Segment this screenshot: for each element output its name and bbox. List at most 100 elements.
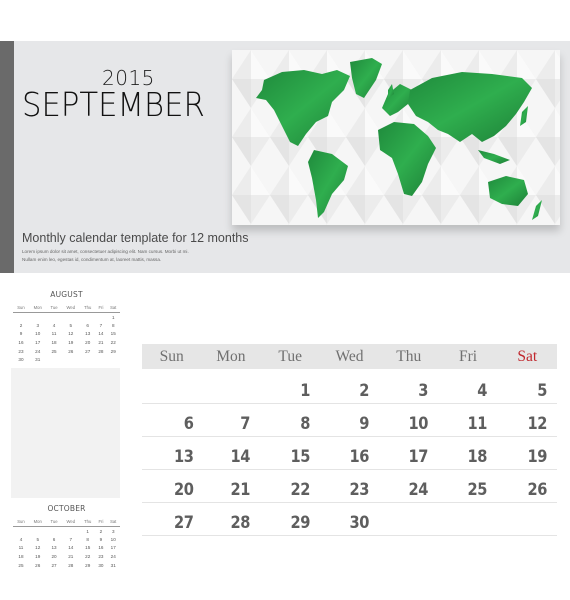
mini-day-cell: 2 bbox=[99, 528, 103, 534]
mini-day-cell: 27 bbox=[85, 348, 91, 354]
mini-day-cell: 18 bbox=[51, 340, 57, 346]
day-cell[interactable]: 21 bbox=[210, 470, 261, 502]
day-cell bbox=[506, 503, 557, 535]
day-cell[interactable]: 20 bbox=[150, 470, 201, 502]
placeholder-text-line: Nullam enim leo, egestas id, condimentum… bbox=[22, 257, 162, 262]
day-cell[interactable]: 8 bbox=[269, 404, 320, 436]
mini-day-cell: 17 bbox=[35, 340, 41, 346]
day-cell[interactable]: 22 bbox=[269, 470, 320, 502]
mini-day-cell: 24 bbox=[110, 554, 116, 560]
mini-calendar-title: AUGUST bbox=[50, 290, 83, 299]
mini-day-cell: 29 bbox=[85, 562, 91, 568]
mini-weekday-label: Thu bbox=[79, 305, 96, 313]
mini-day-cell: 16 bbox=[98, 545, 104, 551]
mini-day-cell: 26 bbox=[35, 562, 41, 568]
mini-day-cell: 11 bbox=[51, 331, 57, 337]
day-cell[interactable]: 4 bbox=[447, 371, 498, 403]
mini-weekday-label: Thu bbox=[79, 519, 96, 527]
mini-day-cell: 22 bbox=[85, 554, 91, 560]
mini-day-cell: 8 bbox=[111, 322, 115, 328]
day-cell[interactable]: 27 bbox=[150, 503, 201, 535]
mini-day-cell: 20 bbox=[51, 554, 57, 560]
mini-weekday-label: Sat bbox=[106, 305, 120, 313]
day-cell[interactable]: 3 bbox=[387, 371, 438, 403]
day-cell[interactable]: 7 bbox=[210, 404, 261, 436]
mini-day-cell: 31 bbox=[35, 357, 41, 363]
day-cell[interactable]: 10 bbox=[387, 404, 438, 436]
mini-weekday-label: Sat bbox=[106, 519, 120, 527]
mini-day-cell bbox=[106, 355, 120, 364]
mini-day-cell: 30 bbox=[18, 357, 24, 363]
mini-calendar-october: OCTOBER Sun Mon Tue Wed Thu Fri Sat 1234567891… bbox=[13, 504, 120, 569]
world-map-image bbox=[232, 50, 560, 225]
mini-day-cell bbox=[62, 355, 80, 364]
mini-week-row: 9 10 11 12 13 14 15 bbox=[13, 330, 120, 339]
day-cell[interactable]: 30 bbox=[328, 503, 379, 535]
mini-calendar-table: Sun Mon Tue Wed Thu Fri Sat 1 2 3 4 5 6 7 8 9 10 11 12 13 1… bbox=[13, 305, 120, 364]
month-title: SEPTEMBER bbox=[22, 85, 205, 124]
mini-day-cell: 13 bbox=[85, 331, 91, 337]
header-banner: 2015 SEPTEMBER Monthly calendar template… bbox=[0, 41, 570, 273]
mini-day-cell: 13 bbox=[51, 545, 57, 551]
day-cell[interactable]: 28 bbox=[210, 503, 261, 535]
mini-day-cell: 5 bbox=[36, 536, 40, 542]
mini-day-cell bbox=[95, 313, 106, 322]
mini-day-cell: 25 bbox=[51, 348, 57, 354]
mini-day-cell: 20 bbox=[85, 340, 91, 346]
week-row: 20 21 22 23 24 25 26 bbox=[142, 470, 557, 503]
day-cell[interactable]: 18 bbox=[447, 437, 498, 469]
day-cell[interactable]: 13 bbox=[150, 437, 201, 469]
day-cell[interactable]: 19 bbox=[506, 437, 557, 469]
mini-day-cell: 15 bbox=[110, 331, 116, 337]
weekday-label-sun: Sun bbox=[159, 348, 184, 365]
day-cell bbox=[447, 503, 498, 535]
mini-day-cell: 1 bbox=[86, 528, 89, 534]
mini-day-cell bbox=[46, 355, 61, 364]
mini-day-cell: 26 bbox=[68, 348, 74, 354]
day-cell[interactable]: 2 bbox=[328, 371, 379, 403]
day-cell[interactable]: 5 bbox=[506, 371, 557, 403]
mini-week-row: 2 3 4 5 6 7 8 bbox=[13, 321, 120, 330]
mini-day-cell bbox=[13, 527, 29, 536]
weekday-label-sat: Sat bbox=[517, 348, 538, 365]
weekday-label-wed: Wed bbox=[335, 348, 364, 365]
mini-week-row: 1 bbox=[13, 313, 120, 322]
mini-day-cell: 15 bbox=[85, 545, 91, 551]
mini-day-cell: 7 bbox=[99, 322, 103, 328]
day-cell[interactable]: 6 bbox=[150, 404, 201, 436]
week-row: 13 14 15 16 17 18 19 bbox=[142, 437, 557, 470]
day-cell[interactable]: 12 bbox=[506, 404, 557, 436]
day-cell[interactable]: 26 bbox=[506, 470, 557, 502]
day-cell[interactable]: 11 bbox=[447, 404, 498, 436]
day-cell[interactable]: 29 bbox=[269, 503, 320, 535]
day-cell[interactable]: 16 bbox=[328, 437, 379, 469]
day-cell[interactable]: 14 bbox=[210, 437, 261, 469]
day-cell[interactable]: 25 bbox=[447, 470, 498, 502]
mini-day-cell: 5 bbox=[69, 322, 73, 328]
mini-day-cell bbox=[46, 313, 61, 322]
mini-day-cell: 29 bbox=[110, 348, 116, 354]
mini-day-cell: 18 bbox=[18, 554, 24, 560]
day-cell[interactable]: 24 bbox=[387, 470, 438, 502]
mini-day-cell: 12 bbox=[68, 331, 74, 337]
day-cell[interactable]: 23 bbox=[328, 470, 379, 502]
mini-day-cell: 19 bbox=[35, 554, 41, 560]
mini-day-cell: 3 bbox=[111, 528, 115, 534]
mini-week-row: 11 12 13 14 15 16 17 bbox=[13, 544, 120, 553]
mini-day-cell: 2 bbox=[19, 322, 23, 328]
month-grid: 1 2 3 4 5 6 7 8 9 10 11 12 13 14 15 16 17 18 19 20 21 22 23 24 2… bbox=[142, 371, 557, 536]
mini-day-cell bbox=[46, 527, 61, 536]
mini-weekday-label: Fri bbox=[95, 305, 107, 313]
mini-day-cell: 27 bbox=[51, 562, 57, 568]
day-cell bbox=[150, 371, 201, 403]
day-cell[interactable]: 9 bbox=[328, 404, 379, 436]
mini-day-cell: 6 bbox=[52, 536, 56, 542]
week-row: 12345 bbox=[142, 371, 557, 404]
day-cell[interactable]: 15 bbox=[269, 437, 320, 469]
week-row: 6 7 8 9 10 11 12 bbox=[142, 404, 557, 437]
mini-day-cell: 22 bbox=[110, 340, 116, 346]
day-cell bbox=[210, 371, 261, 403]
notes-box bbox=[11, 368, 120, 498]
day-cell[interactable]: 1 bbox=[269, 371, 320, 403]
day-cell[interactable]: 17 bbox=[387, 437, 438, 469]
